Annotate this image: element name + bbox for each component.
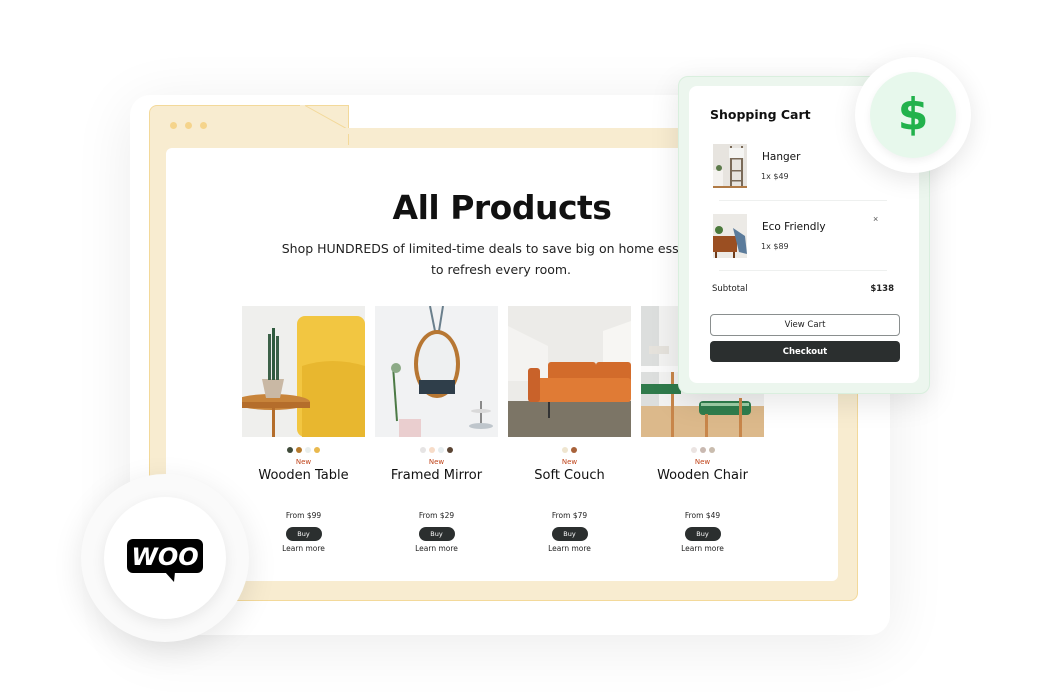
subtotal-value: $138 — [870, 284, 894, 294]
swatch[interactable] — [562, 447, 568, 453]
color-swatches — [242, 447, 365, 453]
color-swatches — [375, 447, 498, 453]
swatch[interactable] — [571, 447, 577, 453]
swatch[interactable] — [420, 447, 426, 453]
view-cart-button[interactable]: View Cart — [710, 314, 900, 336]
product-price: From $29 — [418, 511, 455, 520]
learn-more-link[interactable]: Learn more — [641, 544, 764, 554]
product-price: From $79 — [551, 511, 588, 520]
product-price: From $49 — [684, 511, 721, 520]
cart-item: Hanger 1x $49 — [713, 144, 891, 192]
learn-more-link[interactable]: Learn more — [508, 544, 631, 554]
dollar-badge: $ — [870, 72, 956, 158]
new-badge: New — [428, 458, 445, 466]
swatch[interactable] — [287, 447, 293, 453]
swatch[interactable] — [305, 447, 311, 453]
product-image-wooden-table[interactable] — [242, 306, 365, 437]
product-card: New Soft Couch From $79 Buy Learn more — [508, 306, 631, 554]
product-image-soft-couch[interactable] — [508, 306, 631, 437]
cart-item-thumbnail[interactable] — [713, 144, 747, 188]
new-badge: New — [295, 458, 312, 466]
window-controls — [170, 122, 207, 129]
buy-button[interactable]: Buy — [684, 527, 721, 541]
window-dot — [200, 122, 207, 129]
product-image-framed-mirror[interactable] — [375, 306, 498, 437]
buy-button[interactable]: Buy — [418, 527, 455, 541]
learn-more-link[interactable]: Learn more — [242, 544, 365, 554]
swatch[interactable] — [429, 447, 435, 453]
product-name[interactable]: Framed Mirror — [375, 468, 498, 484]
woocommerce-logo-icon: WOO — [127, 539, 203, 582]
cart-item-thumbnail[interactable] — [713, 214, 747, 258]
cart-item-name: Eco Friendly — [762, 221, 826, 233]
product-card: New Wooden Table From $99 Buy Learn more — [242, 306, 365, 554]
buy-button[interactable]: Buy — [285, 527, 322, 541]
cart-item: Eco Friendly 1x $89 — [713, 214, 891, 262]
buy-button[interactable]: Buy — [551, 527, 588, 541]
window-dot — [170, 122, 177, 129]
dollar-icon: $ — [897, 89, 929, 140]
product-price: From $99 — [285, 511, 322, 520]
swatch[interactable] — [447, 447, 453, 453]
cart-title: Shopping Cart — [710, 107, 811, 122]
cart-item-qty-price: 1x $89 — [761, 242, 789, 251]
color-swatches — [641, 447, 764, 453]
remove-item-button[interactable]: × — [873, 214, 878, 224]
cart-divider — [719, 200, 887, 201]
swatch[interactable] — [438, 447, 444, 453]
swatch[interactable] — [699, 447, 706, 453]
subtotal-label: Subtotal — [712, 284, 748, 294]
product-name[interactable]: Wooden Chair — [641, 468, 764, 484]
learn-more-link[interactable]: Learn more — [375, 544, 498, 554]
cart-item-qty-price: 1x $49 — [761, 172, 789, 181]
swatch[interactable] — [314, 447, 320, 453]
window-dot — [185, 122, 192, 129]
cart-item-name: Hanger — [762, 151, 801, 163]
swatch[interactable] — [708, 447, 715, 453]
checkout-button[interactable]: Checkout — [710, 341, 900, 362]
new-badge: New — [694, 458, 711, 466]
product-name[interactable]: Wooden Table — [242, 468, 365, 484]
new-badge: New — [561, 458, 578, 466]
color-swatches — [508, 447, 631, 453]
page-subtitle: Shop HUNDREDS of limited-time deals to s… — [281, 241, 721, 277]
cart-divider — [719, 270, 887, 271]
swatch[interactable] — [296, 447, 302, 453]
swatch[interactable] — [690, 447, 697, 453]
woo-text: WOO — [131, 543, 198, 571]
product-name[interactable]: Soft Couch — [508, 468, 631, 484]
product-card: New Framed Mirror From $29 Buy Learn mor… — [375, 306, 498, 554]
